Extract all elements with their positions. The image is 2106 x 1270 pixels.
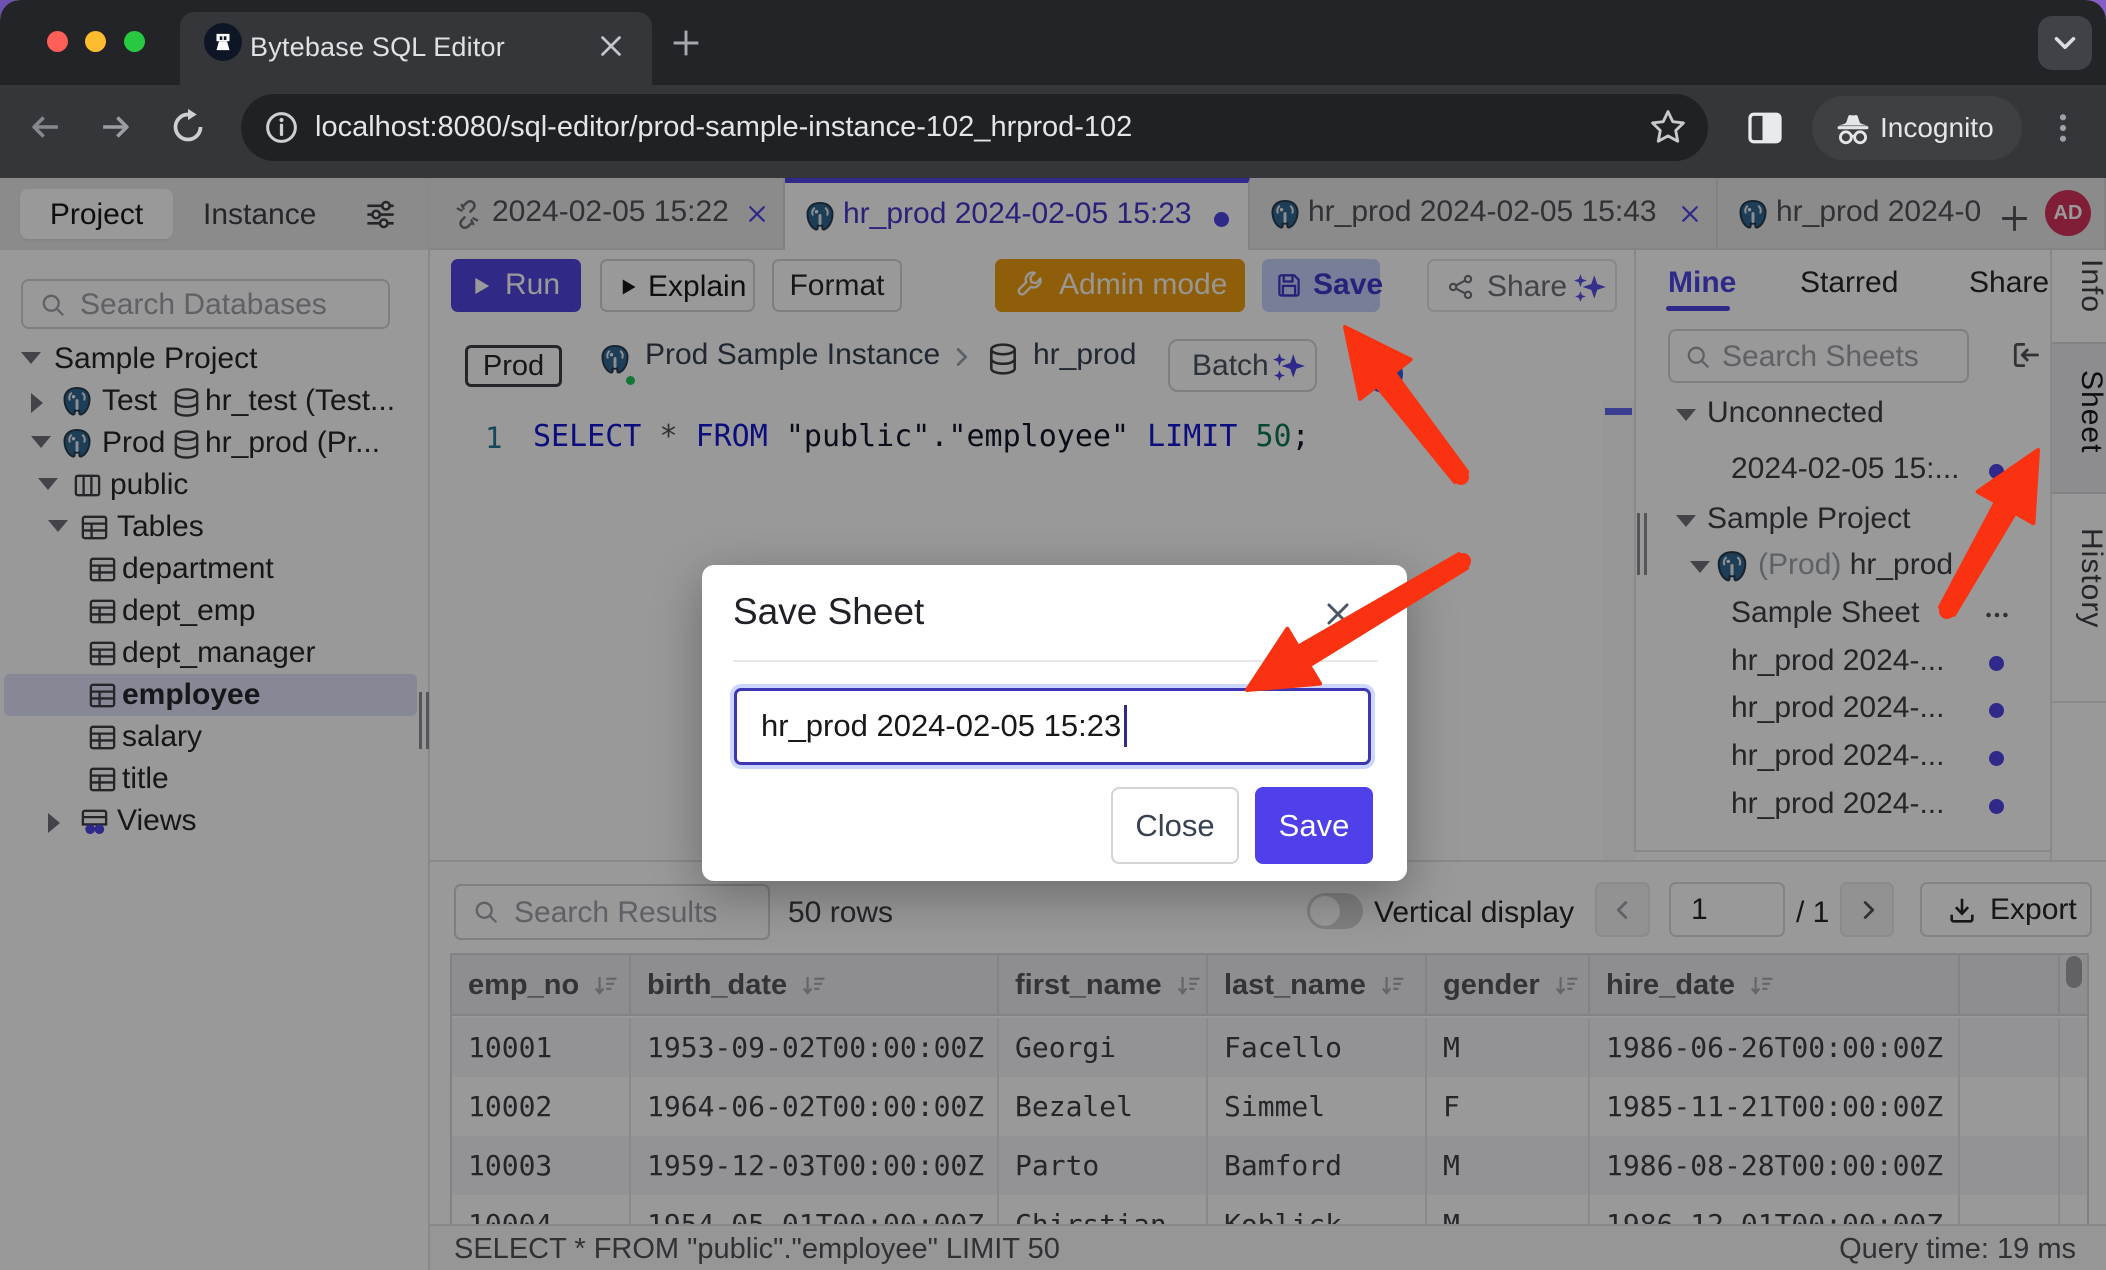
browser-window: Bytebase SQL Editor localhost:8080/sql-e… xyxy=(0,0,2106,1270)
arrow-tail-cap xyxy=(1455,553,1471,569)
arrow-tail-cap xyxy=(1453,469,1469,485)
arrow-tail-cap xyxy=(1939,603,1955,619)
annotation-arrow-1 xyxy=(1345,327,1467,482)
annotation-arrows xyxy=(0,0,2106,1270)
annotation-arrow-2 xyxy=(1247,554,1467,690)
annotation-arrow-3 xyxy=(1940,450,2038,615)
